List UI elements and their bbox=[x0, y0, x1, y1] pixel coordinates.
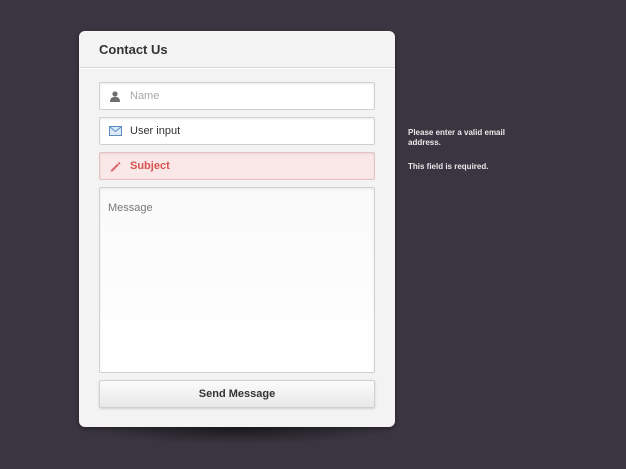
envelope-icon bbox=[100, 126, 130, 136]
contact-form-card: Contact Us Name User input Subject Messa… bbox=[79, 31, 395, 427]
message-textarea[interactable]: Message bbox=[99, 187, 375, 373]
email-field[interactable]: User input bbox=[99, 117, 375, 145]
subject-value: Subject bbox=[130, 160, 170, 172]
pencil-icon bbox=[100, 160, 130, 172]
email-value: User input bbox=[130, 125, 181, 137]
card-header: Contact Us bbox=[79, 31, 395, 68]
subject-error-hint: This field is required. bbox=[408, 162, 489, 171]
message-placeholder: Message bbox=[108, 202, 153, 214]
send-message-button[interactable]: Send Message bbox=[99, 380, 375, 408]
subject-field[interactable]: Subject bbox=[99, 152, 375, 180]
form-title: Contact Us bbox=[99, 41, 168, 57]
name-placeholder: Name bbox=[130, 90, 160, 102]
name-field[interactable]: Name bbox=[99, 82, 375, 110]
email-error-hint: Please enter a valid email address. bbox=[408, 128, 505, 147]
user-icon bbox=[100, 90, 130, 102]
